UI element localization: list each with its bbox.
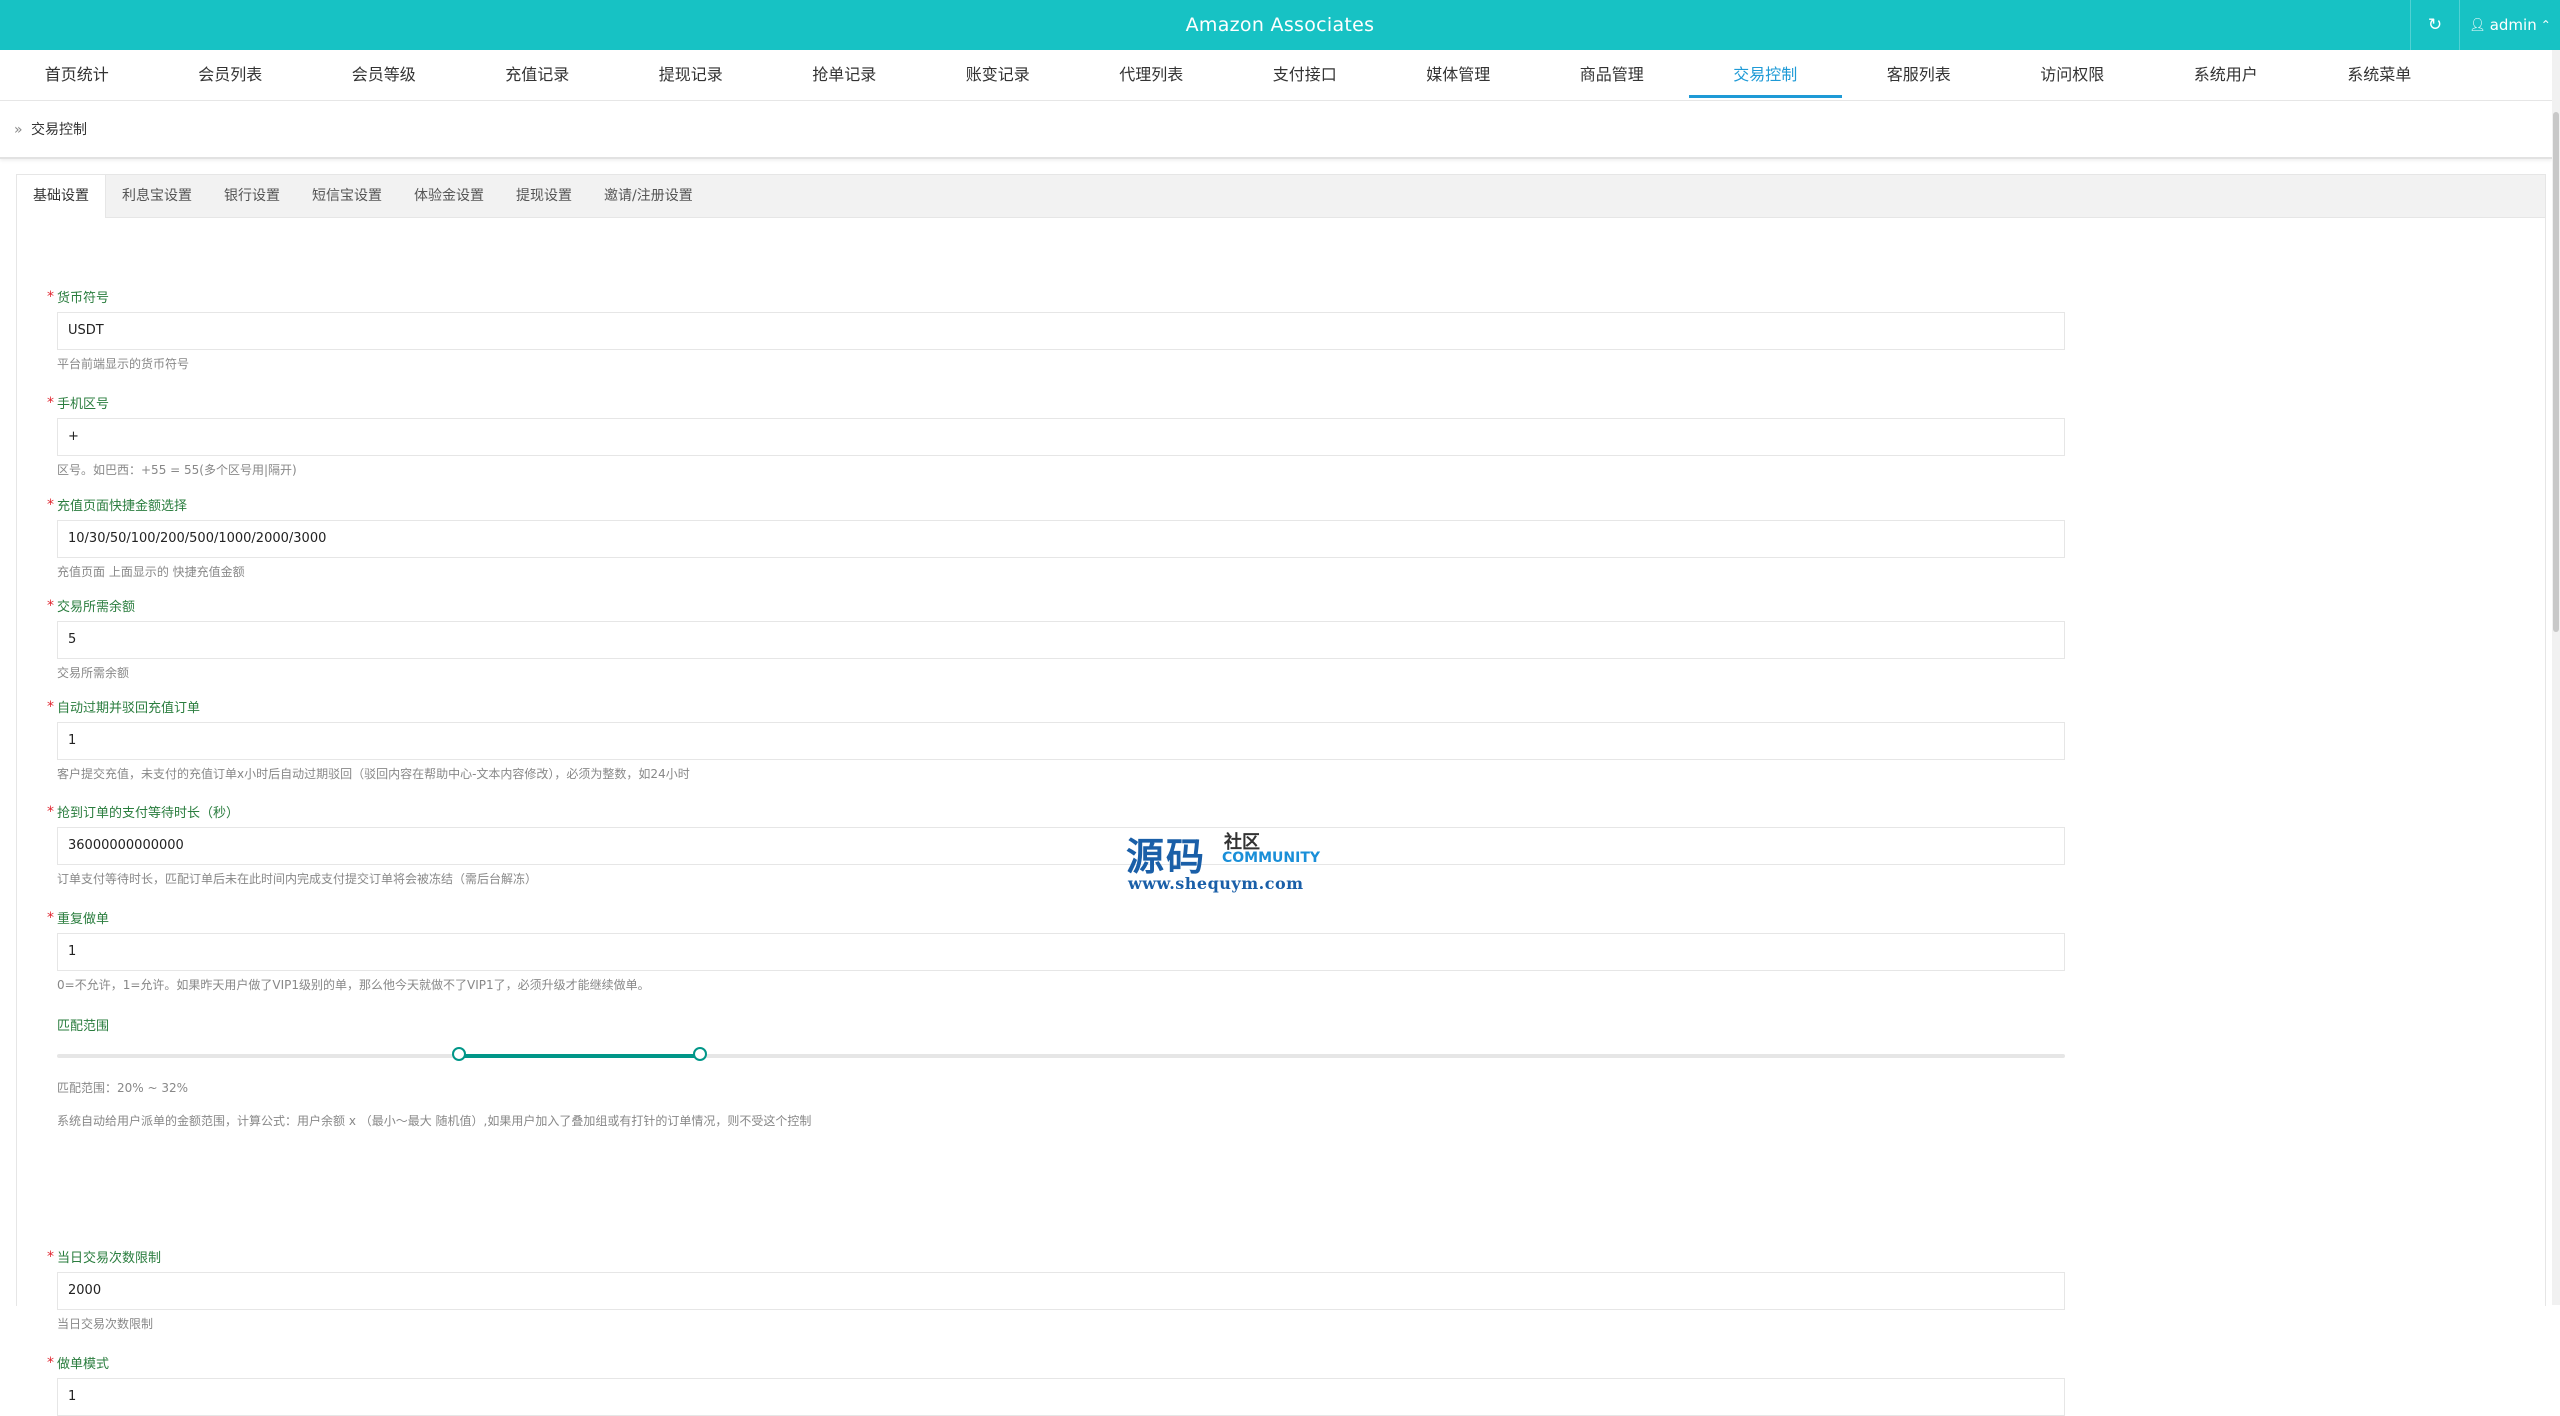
field-currency: * 货币符号 USDT 平台前端显示的货币符号: [47, 289, 2065, 372]
nav-item-13[interactable]: 访问权限: [1996, 50, 2150, 100]
auto-expire-label: * 自动过期并驳回充值订单: [47, 699, 201, 716]
nav-item-1[interactable]: 会员列表: [154, 50, 308, 100]
min-balance-input[interactable]: 5: [57, 621, 2065, 659]
watermark-en-text: COMMUNITY: [1222, 850, 1321, 866]
nav-item-5[interactable]: 抢单记录: [768, 50, 922, 100]
nav-item-15[interactable]: 系统菜单: [2303, 50, 2457, 100]
field-match-range: 匹配范围 匹配范围：20% ~ 32% 系统自动给用户派单的金额范围，计算公式：…: [57, 1018, 2065, 1129]
refresh-icon: ↻: [2427, 15, 2443, 35]
nav-item-7[interactable]: 代理列表: [1075, 50, 1229, 100]
field-min-balance: * 交易所需余额 5 交易所需余额: [47, 598, 2065, 681]
match-range-label: 匹配范围: [57, 1019, 110, 1034]
settings-tabs: 基础设置 利息宝设置 银行设置 短信宝设置 体验金设置 提现设置 邀请/注册设置: [17, 175, 2545, 218]
nav-item-0[interactable]: 首页统计: [0, 50, 154, 100]
min-balance-label: * 交易所需余额: [47, 598, 136, 615]
match-range-slider[interactable]: [57, 1044, 2065, 1068]
quick-amounts-help: 充值页面 上面显示的 快捷充值金额: [57, 565, 245, 579]
currency-label: * 货币符号: [47, 289, 110, 306]
tab-2[interactable]: 银行设置: [208, 175, 296, 217]
nav-item-9[interactable]: 媒体管理: [1382, 50, 1536, 100]
watermark-big-text: 源码: [1126, 834, 1207, 879]
field-daily-limit: * 当日交易次数限制 2000 当日交易次数限制: [47, 1249, 2065, 1332]
wait-time-input[interactable]: 36000000000000: [57, 827, 2065, 865]
currency-help: 平台前端显示的货币符号: [57, 357, 190, 371]
nav-item-10[interactable]: 商品管理: [1535, 50, 1689, 100]
scrollbar-thumb[interactable]: [2553, 112, 2559, 632]
field-phone-code: * 手机区号 + 区号。如巴西：+55 = 55(多个区号用|隔开): [47, 395, 2065, 478]
breadcrumb: » 交易控制: [0, 101, 2552, 159]
watermark-url: www.shequym.com: [1128, 874, 1304, 893]
mode-input[interactable]: 1: [57, 1378, 2065, 1416]
phone-code-input[interactable]: +: [57, 418, 2065, 456]
auto-expire-input[interactable]: 1: [57, 722, 2065, 760]
min-balance-help: 交易所需余额: [57, 666, 130, 680]
settings-panel: 基础设置 利息宝设置 银行设置 短信宝设置 体验金设置 提现设置 邀请/注册设置 * 货币符号…: [16, 174, 2546, 1416]
nav-item-8[interactable]: 支付接口: [1228, 50, 1382, 100]
match-range-help: 匹配范围：20% ~ 32%: [57, 1081, 189, 1095]
wait-time-label: * 抢到订单的支付等待时长（秒）: [47, 804, 240, 821]
app-title: Amazon Associates: [1185, 14, 1375, 36]
tab-5[interactable]: 提现设置: [500, 175, 588, 217]
wait-time-help: 订单支付等待时长，匹配订单后未在此时间内完成支付提交订单将会被冻结（需后台解冻）: [57, 872, 538, 886]
user-icon: 👤︎: [2469, 17, 2486, 33]
tab-4[interactable]: 体验金设置: [398, 175, 500, 217]
nav-item-4[interactable]: 提现记录: [614, 50, 768, 100]
user-menu[interactable]: 👤︎ admin ⌃: [2460, 0, 2560, 50]
daily-limit-help: 当日交易次数限制: [57, 1317, 154, 1331]
mode-label: * 做单模式: [47, 1355, 110, 1372]
repeat-label: * 重复做单: [47, 910, 110, 927]
chevron-up-icon: ⌃: [2540, 18, 2551, 32]
phone-code-help: 区号。如巴西：+55 = 55(多个区号用|隔开): [57, 463, 297, 477]
watermark-logo: 源码 社区 COMMUNITY www.shequym.com: [1126, 826, 1336, 896]
currency-input[interactable]: USDT: [57, 312, 2065, 350]
main-nav: 首页统计 会员列表 会员等级 充值记录 提现记录 抢单记录 账变记录 代理列表 支付接口 媒体管理…: [0, 50, 2560, 101]
nav-item-14[interactable]: 系统用户: [2149, 50, 2303, 100]
daily-limit-input[interactable]: 2000: [57, 1272, 2065, 1310]
field-auto-expire: * 自动过期并驳回充值订单 1 客户提交充值，未支付的充值订单x小时后自动过期驳回…: [47, 699, 2065, 782]
repeat-input[interactable]: 1: [57, 933, 2065, 971]
phone-code-label: * 手机区号: [47, 395, 110, 412]
tab-6[interactable]: 邀请/注册设置: [588, 175, 709, 217]
page-scrollbar[interactable]: [2552, 50, 2560, 1305]
repeat-help: 0=不允许，1=允许。如果昨天用户做了VIP1级别的单，那么他今天就做不了VIP…: [57, 978, 650, 992]
auto-expire-help: 客户提交充值，未支付的充值订单x小时后自动过期驳回（驳回内容在帮助中心-文本内容…: [57, 767, 690, 781]
slider-track[interactable]: [57, 1054, 2065, 1058]
breadcrumb-separator-icon: »: [14, 122, 23, 138]
tab-3[interactable]: 短信宝设置: [296, 175, 398, 217]
refresh-button[interactable]: ↻: [2410, 0, 2460, 50]
slider-handle-min[interactable]: [451, 1047, 466, 1061]
nav-item-12[interactable]: 客服列表: [1842, 50, 1996, 100]
user-name: admin: [2489, 16, 2537, 34]
field-repeat: * 重复做单 1 0=不允许，1=允许。如果昨天用户做了VIP1级别的单，那么他今…: [47, 910, 2065, 993]
tab-1[interactable]: 利息宝设置: [106, 175, 208, 217]
field-quick-amounts: * 充值页面快捷金额选择 10/30/50/100/200/500/1000/20…: [47, 497, 2065, 580]
field-mode: * 做单模式 1: [47, 1355, 2065, 1416]
top-bar: Amazon Associates ↻ 👤︎ admin ⌃: [0, 0, 2560, 50]
nav-item-3[interactable]: 充值记录: [461, 50, 615, 100]
tab-0[interactable]: 基础设置: [17, 175, 106, 218]
nav-item-2[interactable]: 会员等级: [307, 50, 461, 100]
quick-amounts-input[interactable]: 10/30/50/100/200/500/1000/2000/3000: [57, 520, 2065, 558]
slider-handle-max[interactable]: [692, 1047, 707, 1061]
nav-item-6[interactable]: 账变记录: [921, 50, 1075, 100]
match-range-formula-help: 系统自动给用户派单的金额范围，计算公式：用户余额 x （最小～最大 随机值）,如…: [57, 1114, 812, 1128]
nav-item-11[interactable]: 交易控制: [1688, 50, 1843, 100]
field-wait-time: * 抢到订单的支付等待时长（秒） 36000000000000 订单支付等待时长，…: [47, 804, 2065, 887]
quick-amounts-label: * 充值页面快捷金额选择: [47, 497, 188, 514]
breadcrumb-current[interactable]: 交易控制: [31, 122, 87, 138]
daily-limit-label: * 当日交易次数限制: [47, 1249, 162, 1266]
slider-range: [458, 1054, 700, 1058]
